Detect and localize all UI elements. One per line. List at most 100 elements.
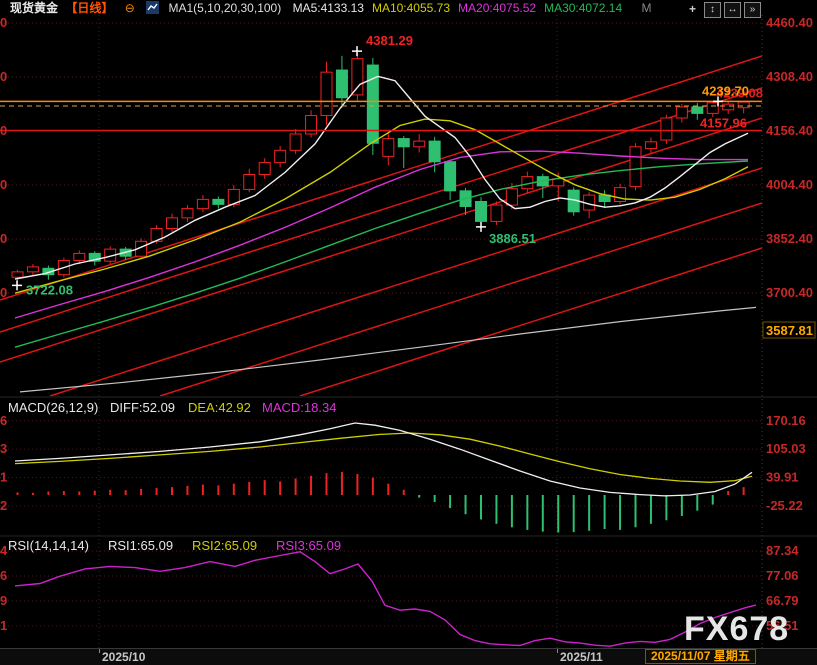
- price-annotation: 4157.96: [700, 115, 747, 130]
- time-axis-tick: [557, 649, 558, 653]
- ma30-value: MA30:4072.14: [544, 1, 622, 15]
- rsi3-value: RSI3:65.09: [276, 538, 341, 553]
- price-annotation: 3886.51: [489, 231, 536, 246]
- rsi-pane: [15, 552, 756, 646]
- price-chart-canvas[interactable]: 4460.4004308.4004156.4004004.4003852.400…: [0, 0, 817, 665]
- rsi-axis-clipped-label: 9: [0, 593, 7, 608]
- candle-body: [429, 141, 440, 162]
- chart-header: 现货黄金 【日线】 ⊖ MA1(5,10,20,30,100) MA5:4133…: [10, 0, 659, 16]
- extreme-marker-cross: [476, 222, 486, 232]
- trend-line: [0, 56, 762, 300]
- watermark: FX678: [684, 610, 789, 649]
- candle-body: [553, 179, 564, 186]
- rsi2-value: RSI2:65.09: [192, 538, 257, 553]
- rsi1-value: RSI1:65.09: [108, 538, 173, 553]
- price-axis-label: 4004.40: [766, 177, 813, 192]
- scale-vertical-icon[interactable]: ↕: [704, 2, 721, 18]
- candle-body: [476, 202, 487, 222]
- rsi-axis-clipped-label: 6: [0, 568, 7, 583]
- rsi-axis-clipped-label: 1: [0, 618, 7, 633]
- macd-axis-label: 39.91: [766, 470, 799, 485]
- price-annotation: 4239.70: [702, 83, 749, 98]
- price-axis-clipped-label: 0: [0, 123, 7, 138]
- macd-params: MACD(26,12,9): [8, 400, 98, 415]
- candle-body: [74, 253, 85, 260]
- candle-body: [197, 199, 208, 208]
- rsi-axis-label: 66.79: [766, 593, 799, 608]
- candle-body: [336, 70, 347, 98]
- extreme-marker-cross: [352, 46, 362, 56]
- candle-body: [738, 102, 749, 108]
- macd-axis-label: 170.16: [766, 413, 806, 428]
- time-axis[interactable]: 2025/11/07 星期五 2025/10 2025/11: [0, 648, 817, 665]
- candle-body: [398, 139, 409, 147]
- rsi-params: RSI(14,14,14): [8, 538, 89, 553]
- candle-body: [692, 107, 703, 113]
- macd-pane: [15, 423, 752, 533]
- trend-line: [300, 248, 762, 396]
- candle-body: [12, 272, 23, 277]
- macd-axis-clipped-label: 6: [0, 413, 7, 428]
- macd-axis-label: 105.03: [766, 441, 806, 456]
- chart-toolbar: +↕↔»: [684, 2, 761, 18]
- candle-body: [723, 104, 734, 110]
- candle-body: [275, 150, 286, 162]
- candle-body: [491, 205, 502, 221]
- ma10-line: [15, 119, 748, 293]
- scale-horizontal-icon[interactable]: ↔: [724, 2, 741, 18]
- pan-right-icon[interactable]: »: [744, 2, 761, 18]
- candle-body: [676, 107, 687, 118]
- trend-line: [0, 88, 762, 332]
- candle-body: [244, 174, 255, 189]
- ma5-value: MA5:4133.13: [293, 1, 364, 15]
- trading-app-window: 现货黄金 【日线】 ⊖ MA1(5,10,20,30,100) MA5:4133…: [0, 0, 817, 665]
- trend-line: [160, 203, 762, 396]
- collapse-icon[interactable]: ⊖: [125, 1, 135, 15]
- move-tool-icon[interactable]: +: [684, 2, 701, 18]
- candle-body: [506, 189, 517, 205]
- candle-body: [707, 103, 718, 114]
- rsi-axis-label: 77.06: [766, 568, 799, 583]
- candle-body: [445, 162, 456, 191]
- price-axis-clipped-label: 0: [0, 231, 7, 246]
- macd-axis-label: -25.22: [766, 498, 803, 513]
- ma20-value: MA20:4075.52: [458, 1, 536, 15]
- candle-body: [383, 139, 394, 157]
- macd-value: MACD:18.34: [262, 400, 336, 415]
- price-axis-clipped-label: 0: [0, 15, 7, 30]
- price-axis-label: 4308.40: [766, 69, 813, 84]
- dea-line: [15, 433, 752, 482]
- price-axis-clipped-label: 0: [0, 285, 7, 300]
- price-axis-clipped-label: 0: [0, 69, 7, 84]
- macd-header: MACD(26,12,9) DIFF:52.09 DEA:42.92 MACD:18.…: [8, 400, 336, 415]
- dea-value: DEA:42.92: [188, 400, 251, 415]
- price-axis-label: 4460.40: [766, 15, 813, 30]
- rsi-line: [15, 552, 756, 646]
- ma-settings-label[interactable]: MA1(5,10,20,30,100): [168, 1, 281, 15]
- time-axis-tick: [99, 649, 100, 653]
- ma-values: MA5:4133.13 MA10:4055.73 MA20:4075.52 MA30:…: [293, 1, 631, 15]
- candle-body: [182, 209, 193, 218]
- time-axis-label: 2025/11: [560, 650, 603, 664]
- price-axis-label: 3700.40: [766, 285, 813, 300]
- ma10-value: MA10:4055.73: [372, 1, 450, 15]
- current-date-badge: 2025/11/07 星期五: [645, 649, 756, 664]
- symbol-name: 现货黄金: [10, 1, 58, 15]
- diff-value: DIFF:52.09: [110, 400, 175, 415]
- highlighted-price-label: 3587.81: [766, 323, 813, 338]
- extreme-marker-cross: [12, 280, 22, 290]
- rsi-axis-label: 87.34: [766, 543, 799, 558]
- chart-type-icon[interactable]: [146, 1, 159, 14]
- macd-axis-clipped-label: 2: [0, 498, 7, 513]
- candle-body: [661, 118, 672, 140]
- macd-axis-clipped-label: 1: [0, 470, 7, 485]
- rsi-header: RSI(14,14,14) RSI1:65.09 RSI2:65.09 RSI3:65…: [8, 538, 341, 553]
- price-axis-clipped-label: 0: [0, 177, 7, 192]
- candle-body: [321, 72, 332, 115]
- time-axis-label: 2025/10: [102, 650, 145, 664]
- candle-body: [167, 218, 178, 229]
- candle-body: [645, 142, 656, 149]
- price-axis-label: 3852.40: [766, 231, 813, 246]
- price-annotation: 4381.29: [366, 33, 413, 48]
- main-pane: [0, 51, 762, 396]
